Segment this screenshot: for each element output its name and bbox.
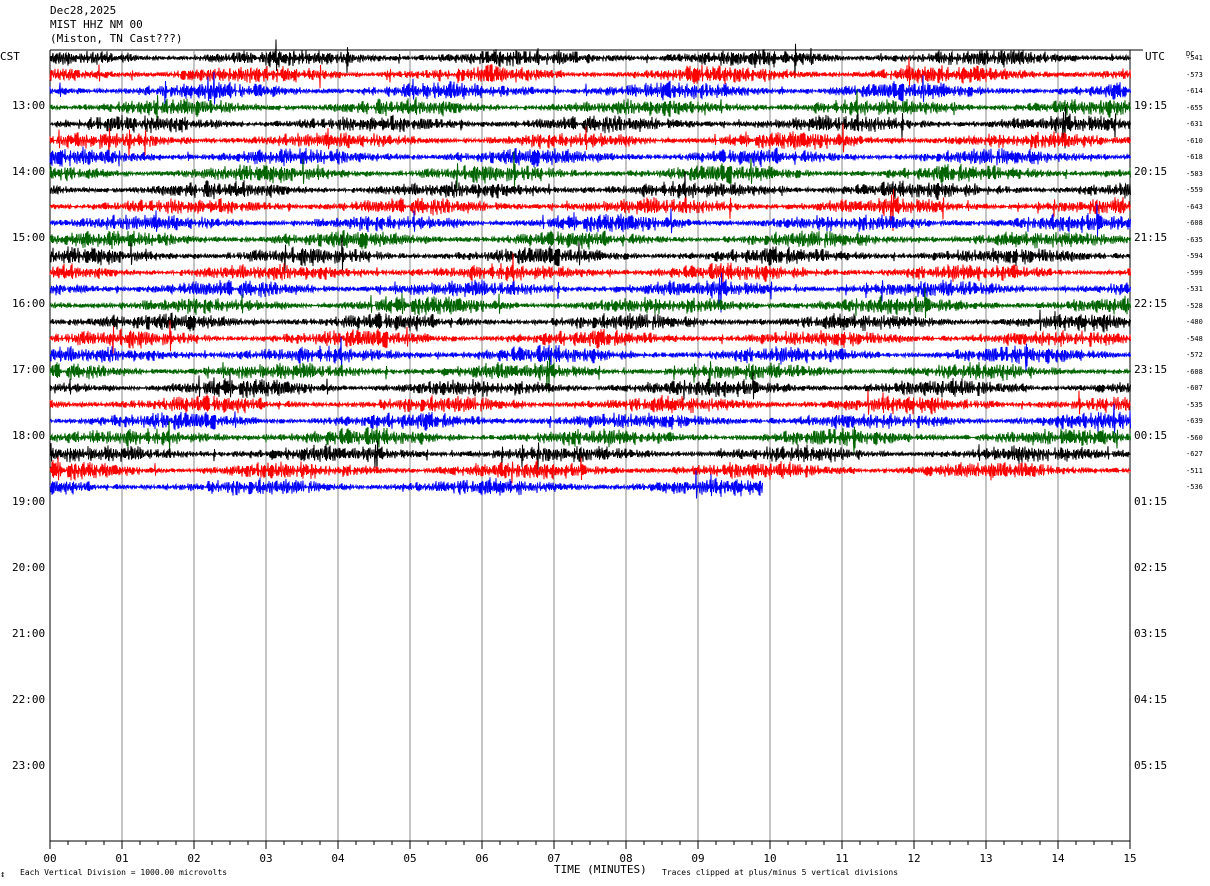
hour-label-cst: 13:00: [12, 98, 46, 112]
x-tick-label: 14: [1051, 852, 1065, 865]
dc-offset-label: -528: [1186, 301, 1203, 310]
hour-label-utc: 03:15: [1134, 626, 1168, 640]
x-axis-title: TIME (MINUTES): [554, 863, 647, 876]
seismic-trace: [49, 230, 1131, 250]
dc-offset-label: -559: [1186, 186, 1203, 194]
dc-offset-label: -643: [1186, 202, 1203, 211]
seismic-trace: [49, 403, 1131, 434]
dc-offset-label: -627: [1186, 450, 1203, 458]
x-tick-label: 05: [403, 852, 417, 865]
seismic-trace: [49, 309, 1131, 333]
x-tick-label: 00: [43, 852, 57, 865]
right-timezone: UTC: [1145, 50, 1165, 63]
x-tick-label: 13: [979, 852, 993, 865]
date-label: Dec28,2025: [50, 4, 117, 17]
x-tick-label: 03: [259, 852, 273, 865]
location-label: (Miston, TN Cast???): [50, 32, 183, 45]
x-tick-label: 11: [835, 852, 849, 865]
dc-offset-label: -608: [1186, 367, 1203, 376]
x-tick-label: 09: [691, 852, 705, 865]
x-tick-label: 01: [115, 852, 129, 865]
hour-label-cst: 18:00: [12, 428, 46, 442]
dc-offset-label: -614: [1186, 87, 1203, 95]
dc-offset-label: -583: [1186, 169, 1203, 178]
dc-offset-label: -535: [1186, 400, 1203, 409]
clip-note: Traces clipped at plus/minus 5 vertical …: [662, 868, 899, 877]
dc-offset-label: -511: [1186, 466, 1203, 475]
x-tick-label: 02: [187, 852, 201, 865]
dc-offset-label: -639: [1186, 417, 1203, 425]
helicorder-plot: [49, 39, 1143, 849]
hour-label-cst: 15:00: [12, 230, 46, 244]
dc-offset-label: -635: [1186, 235, 1203, 244]
x-tick-label: 10: [763, 852, 777, 865]
dc-offset-label: -573: [1186, 70, 1203, 79]
hour-label-cst: 20:00: [12, 560, 46, 574]
hour-label-utc: 00:15: [1134, 428, 1168, 442]
dc-offset-label: -655: [1186, 103, 1203, 112]
left-timezone: CST: [0, 50, 20, 63]
scale-note: Each Vertical Division = 1000.00 microvo…: [20, 868, 228, 877]
hour-label-utc: 23:15: [1134, 362, 1168, 376]
hour-label-utc: 19:15: [1134, 98, 1168, 112]
hour-label-utc: 05:15: [1134, 758, 1168, 772]
hour-label-utc: 01:15: [1134, 494, 1168, 508]
hour-label-utc: 02:15: [1134, 560, 1168, 574]
dc-offset-label: -480: [1186, 318, 1203, 326]
dc-offset-label: -572: [1186, 351, 1203, 359]
dc-offset-label: -531: [1186, 285, 1203, 293]
seismic-trace: [49, 146, 1131, 168]
seismic-trace: [49, 389, 1131, 415]
seismic-trace: [49, 253, 1131, 286]
hour-label-utc: 04:15: [1134, 692, 1168, 706]
seismic-trace: [49, 287, 1131, 319]
hour-label-cst: 16:00: [12, 296, 46, 310]
hour-label-cst: 23:00: [12, 758, 46, 772]
hour-label-cst: 19:00: [12, 494, 46, 508]
hour-label-cst: 14:00: [12, 164, 46, 178]
x-tick-label: 06: [475, 852, 489, 865]
dc-offset-label: -608: [1186, 219, 1203, 227]
dc-offset-label: -599: [1186, 268, 1203, 277]
hour-label-cst: 22:00: [12, 692, 46, 706]
dc-offset-label: -594: [1186, 252, 1203, 260]
x-tick-label: 15: [1123, 852, 1137, 865]
hour-label-utc: 21:15: [1134, 230, 1168, 244]
x-tick-label: 04: [331, 852, 345, 865]
dc-offset-label: -541: [1186, 54, 1203, 62]
dc-offset-label: -610: [1186, 136, 1203, 145]
hour-label-cst: 21:00: [12, 626, 46, 640]
hour-label-utc: 22:15: [1134, 296, 1168, 310]
dc-offset-label: -607: [1186, 384, 1203, 392]
dc-offset-label: -536: [1186, 483, 1203, 491]
dc-offset-label: -548: [1186, 334, 1203, 343]
x-tick-label: 12: [907, 852, 921, 865]
dc-offset-label: -618: [1186, 153, 1203, 161]
hour-label-cst: 17:00: [12, 362, 46, 376]
logo-icon: ↕: [0, 870, 6, 880]
hour-label-utc: 20:15: [1134, 164, 1168, 178]
seismic-trace: [49, 371, 1131, 400]
station-label: MIST HHZ NM 00: [50, 18, 143, 31]
dc-offset-label: -631: [1186, 120, 1203, 128]
dc-offset-label: -560: [1186, 433, 1203, 442]
seismic-trace: [49, 470, 763, 499]
seismic-trace: [49, 456, 1131, 484]
